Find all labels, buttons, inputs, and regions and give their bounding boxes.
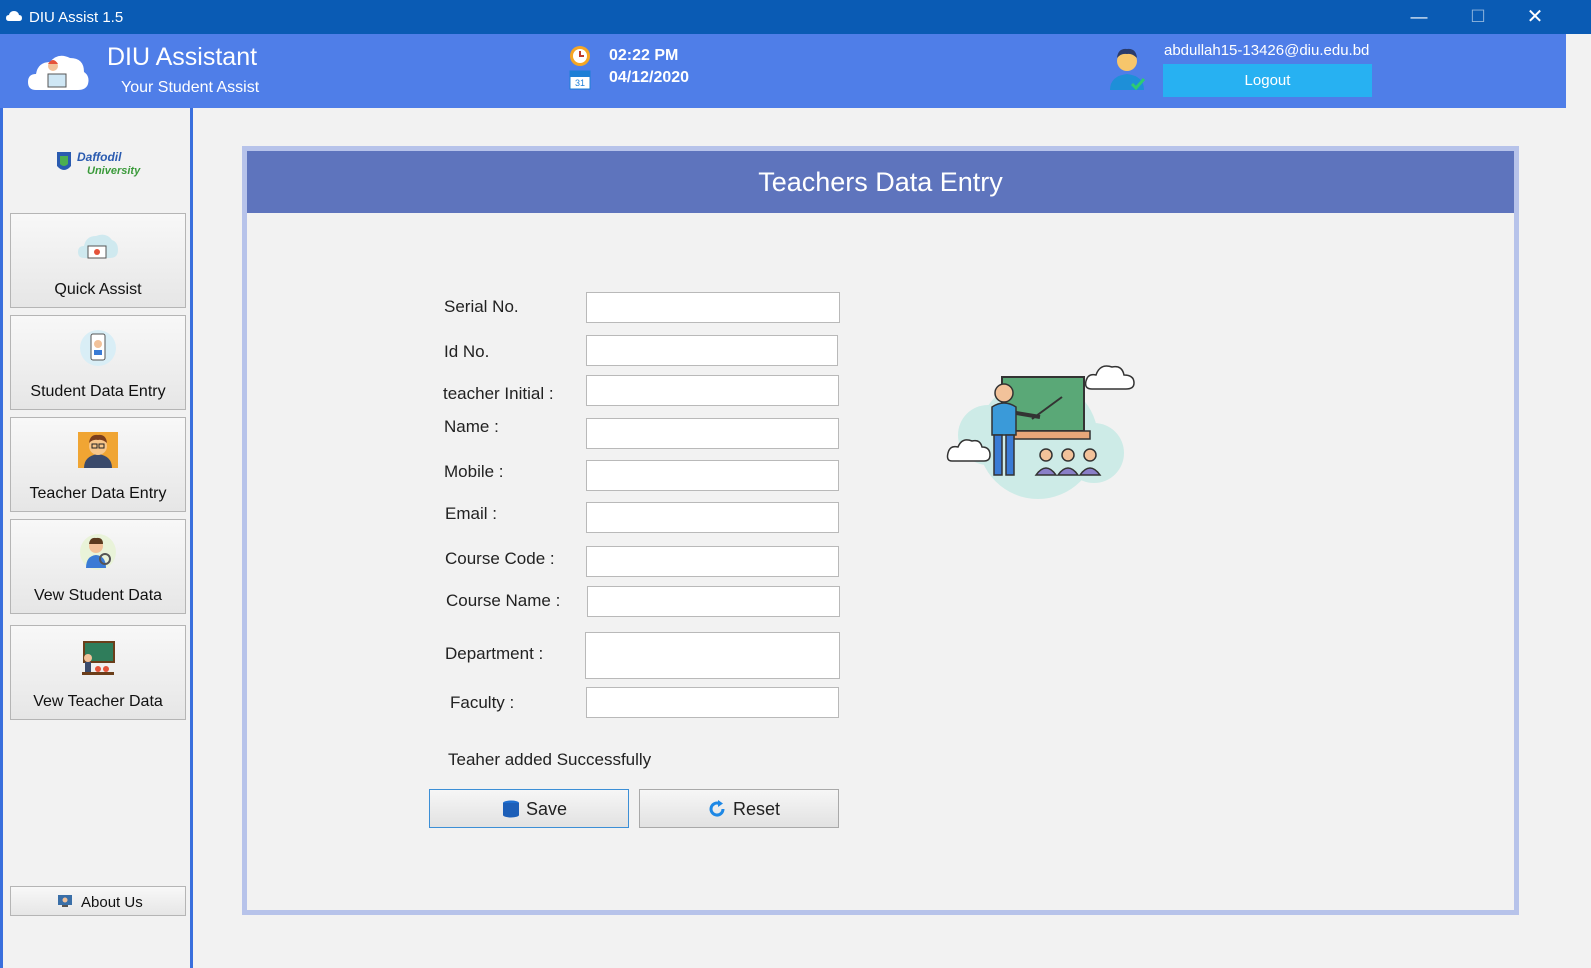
reset-label: Reset	[733, 799, 781, 819]
quick-assist-icon	[78, 234, 118, 259]
student-search-icon	[80, 534, 116, 570]
serial-no-label: Serial No.	[444, 297, 519, 316]
nav-quick-assist[interactable]: Quick Assist	[10, 213, 186, 308]
nav-label: Teacher Data Entry	[29, 485, 167, 502]
course-name-field[interactable]	[587, 586, 840, 617]
reset-button[interactable]: Reset	[639, 789, 839, 828]
teacher-initial-field[interactable]	[586, 375, 839, 406]
about-us-label: About Us	[81, 894, 143, 911]
window-title: DIU Assist 1.5	[29, 9, 124, 26]
panel-title: Teachers Data Entry	[247, 151, 1514, 213]
database-icon	[503, 800, 519, 818]
teacher-initial-label: teacher Initial :	[443, 384, 554, 403]
nav-label: Vew Student Data	[33, 587, 163, 604]
about-us-button[interactable]: About Us	[10, 886, 186, 916]
id-no-label: Id No.	[444, 342, 490, 361]
close-button[interactable]: ✕	[1512, 0, 1558, 34]
teacher-avatar-icon	[78, 432, 118, 468]
user-email: abdullah15-13426@diu.edu.bd	[1164, 42, 1370, 59]
mobile-field[interactable]	[586, 460, 839, 491]
save-button[interactable]: Save	[429, 789, 629, 828]
current-time: 02:22 PM	[609, 47, 679, 64]
user-avatar-icon	[1110, 48, 1146, 91]
refresh-icon	[709, 800, 725, 817]
id-no-field[interactable]	[586, 335, 838, 366]
serial-no-field[interactable]	[586, 292, 840, 323]
app-cloud-icon	[6, 11, 22, 21]
university-logo: Daffodil University	[57, 150, 141, 177]
app-header: DIU Assistant Your Student Assist 31 02:…	[0, 34, 1566, 108]
logout-button[interactable]: Logout	[1163, 64, 1372, 97]
email-field[interactable]	[586, 502, 839, 533]
faculty-field[interactable]	[586, 687, 839, 718]
email-label: Email :	[445, 504, 497, 523]
monitor-icon	[58, 895, 72, 907]
svg-text:31: 31	[575, 78, 585, 88]
nav-student-data-entry[interactable]: Student Data Entry	[10, 315, 186, 410]
title-bar: DIU Assist 1.5 — ☐ ✕	[0, 0, 1591, 34]
maximize-button[interactable]: ☐	[1455, 0, 1501, 34]
svg-text:University: University	[87, 165, 141, 177]
name-field[interactable]	[586, 418, 839, 449]
faculty-label: Faculty :	[450, 693, 515, 712]
sidebar: Daffodil University Quick Assist Student…	[0, 108, 193, 968]
course-code-label: Course Code :	[445, 549, 555, 568]
mobile-label: Mobile :	[444, 462, 504, 481]
current-date: 04/12/2020	[609, 69, 690, 86]
department-label: Department :	[445, 644, 544, 663]
nav-label: Vew Teacher Data	[33, 693, 163, 710]
nav-label: Student Data Entry	[30, 383, 166, 400]
name-label: Name :	[444, 417, 499, 436]
assistant-logo-icon	[28, 55, 89, 90]
app-tagline: Your Student Assist	[121, 79, 260, 96]
svg-text:Daffodil: Daffodil	[77, 150, 122, 164]
save-label: Save	[526, 799, 568, 819]
nav-view-student-data[interactable]: Vew Student Data	[10, 519, 186, 614]
calendar-icon: 31	[569, 70, 591, 90]
teacher-classroom-illustration	[946, 365, 1135, 499]
nav-label: Quick Assist	[54, 281, 142, 298]
minimize-button[interactable]: —	[1396, 0, 1442, 34]
student-id-icon	[80, 330, 116, 366]
course-name-label: Course Name :	[446, 591, 561, 610]
clock-icon	[570, 46, 590, 66]
app-name: DIU Assistant	[107, 43, 258, 71]
department-field[interactable]	[585, 632, 840, 679]
course-code-field[interactable]	[586, 546, 839, 577]
nav-teacher-data-entry[interactable]: Teacher Data Entry	[10, 417, 186, 512]
status-message: Teaher added Successfully	[448, 750, 652, 769]
nav-view-teacher-data[interactable]: Vew Teacher Data	[10, 625, 186, 720]
classroom-icon	[82, 641, 115, 675]
